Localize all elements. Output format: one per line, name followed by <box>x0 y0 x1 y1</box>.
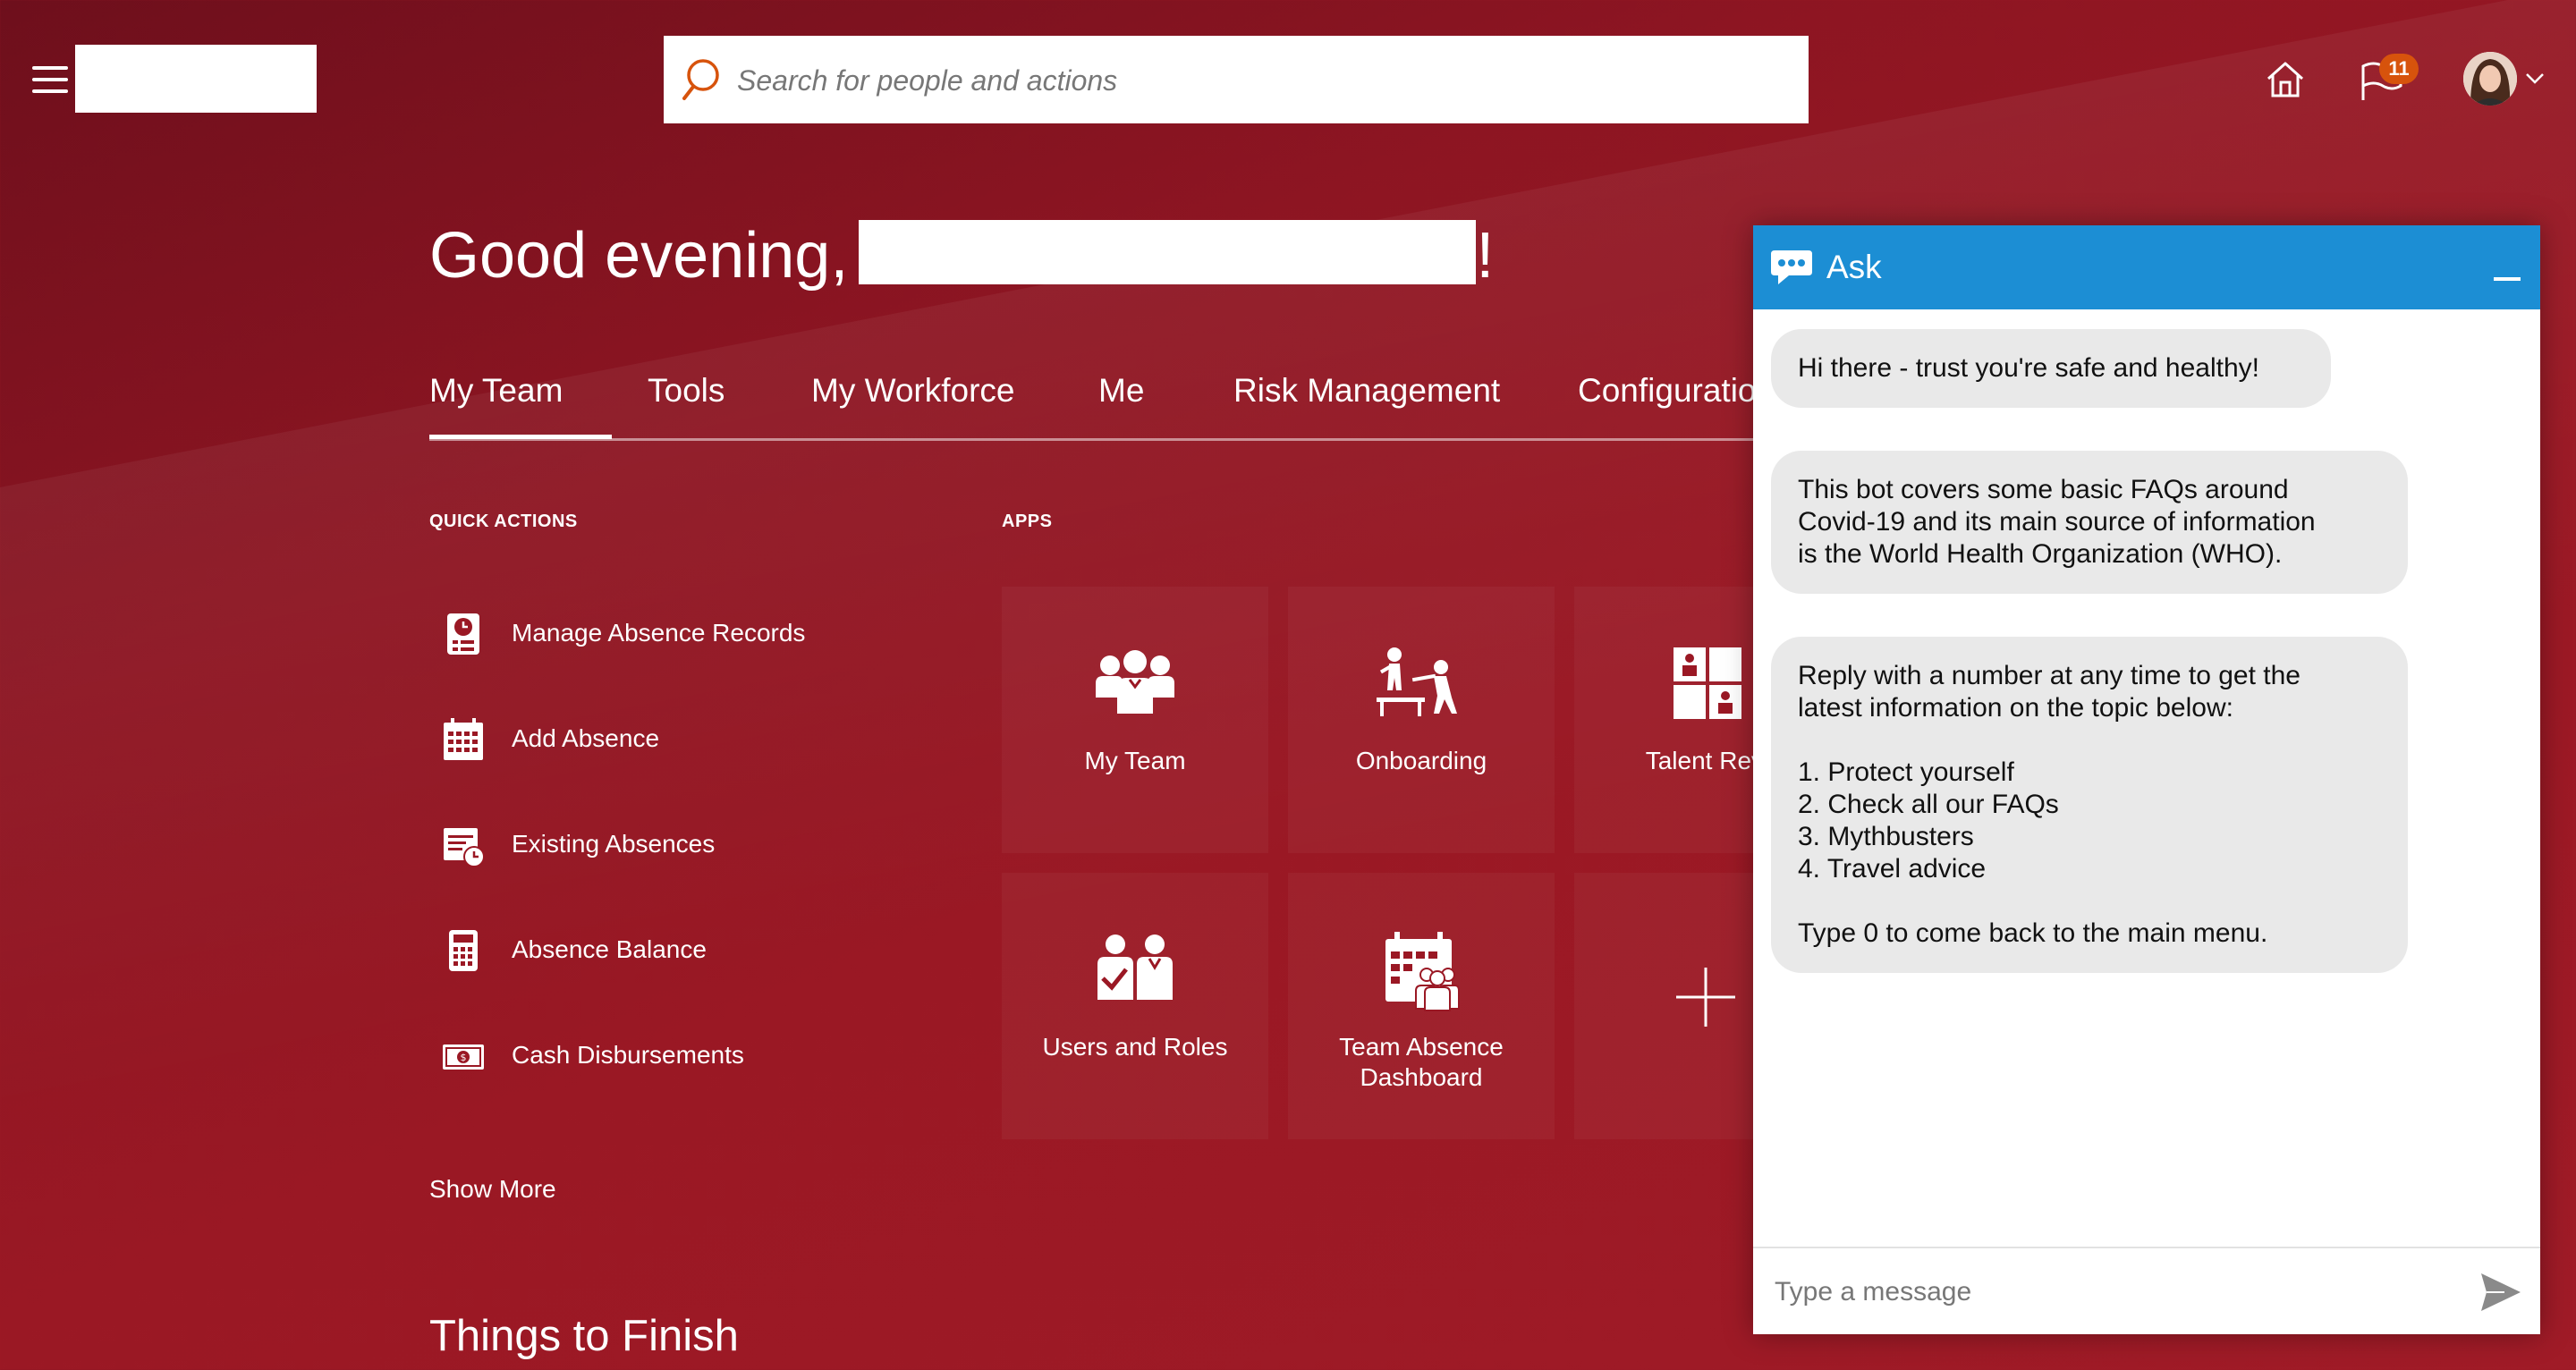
show-more-link[interactable]: Show More <box>429 1175 556 1204</box>
app-tile-label: My Team <box>1084 747 1186 774</box>
app-tile-label: Users and Roles <box>1042 1033 1228 1061</box>
tab-risk-management[interactable]: Risk Management <box>1233 372 1500 410</box>
apps-heading: APPS <box>1002 512 1053 531</box>
chat-bubble-icon <box>1771 250 1812 284</box>
tab-my-team[interactable]: My Team <box>429 372 613 439</box>
app-tile-label-line2: Dashboard <box>1360 1063 1483 1091</box>
quick-action-manage-absence-records[interactable]: Manage Absence Records <box>429 603 930 665</box>
search-input[interactable] <box>735 36 1785 125</box>
talent-review-icon <box>1674 647 1741 719</box>
chat-message-line: Covid-19 and its main source of informat… <box>1798 507 2316 537</box>
app-tile-label: Onboarding <box>1355 747 1487 774</box>
tab-bar: My Team Tools My Workforce Me Risk Manag… <box>429 356 1757 442</box>
tab-tools[interactable]: Tools <box>648 372 724 410</box>
cash-icon: $ <box>443 1044 484 1070</box>
tab-bar-rule <box>429 438 1753 441</box>
minimize-icon[interactable] <box>2494 277 2521 281</box>
chat-message-line: 1. Protect yourself <box>1798 757 2014 787</box>
chat-message: This bot covers some basic FAQs around C… <box>1771 451 2408 594</box>
chat-message-line: Reply with a number at any time to get t… <box>1798 661 2301 690</box>
chat-message-line: Type 0 to come back to the main menu. <box>1798 918 2268 948</box>
quick-action-label: Existing Absences <box>512 830 716 858</box>
things-to-finish-heading: Things to Finish <box>429 1312 739 1360</box>
chat-message-line: 2. Check all our FAQs <box>1798 790 2059 819</box>
chat-message-input[interactable] <box>1773 1264 2456 1320</box>
notifications-button[interactable]: 11 <box>2358 54 2419 104</box>
calendar-icon <box>444 718 483 760</box>
app-tile-my-team[interactable]: My Team <box>1002 587 1268 853</box>
hamburger-menu-icon[interactable] <box>32 66 68 93</box>
absence-record-icon <box>447 613 479 655</box>
chat-message: Hi there - trust you're safe and healthy… <box>1771 329 2331 408</box>
redacted-username <box>859 220 1477 284</box>
greeting-text: Good evening, <box>429 220 849 292</box>
company-logo <box>75 45 317 113</box>
app-tile-label: Team Absence Dashboard <box>1288 1032 1555 1093</box>
quick-actions-heading: QUICK ACTIONS <box>429 512 578 531</box>
add-app-tile[interactable] <box>1574 873 1753 1139</box>
quick-action-add-absence[interactable]: Add Absence <box>429 708 930 771</box>
quick-action-label: Absence Balance <box>512 935 707 963</box>
search-icon <box>682 59 719 100</box>
chat-message-line: This bot covers some basic FAQs around <box>1798 475 2289 504</box>
send-icon[interactable] <box>2479 1272 2522 1313</box>
greeting-punctuation: ! <box>1476 220 1495 292</box>
global-search[interactable] <box>664 36 1809 125</box>
tab-my-workforce[interactable]: My Workforce <box>811 372 1015 410</box>
tab-me[interactable]: Me <box>1098 372 1144 410</box>
users-roles-icon <box>1097 934 1173 1000</box>
chat-header: Ask <box>1753 225 2540 309</box>
quick-action-existing-absences[interactable]: Existing Absences <box>429 814 930 876</box>
home-icon[interactable] <box>2265 59 2306 100</box>
quick-action-label: Cash Disbursements <box>512 1041 744 1069</box>
user-avatar[interactable] <box>2463 52 2517 106</box>
svg-text:$: $ <box>461 1052 467 1063</box>
quick-action-absence-balance[interactable]: Absence Balance <box>429 919 930 982</box>
plus-icon <box>1676 968 1735 1027</box>
calendar-clock-icon <box>444 828 485 867</box>
app-tile-onboarding[interactable]: Onboarding <box>1288 587 1555 853</box>
notification-badge: 11 <box>2379 54 2419 84</box>
chat-message-line: latest information on the topic below: <box>1798 693 2233 723</box>
chevron-down-icon[interactable] <box>2524 70 2546 86</box>
quick-action-label: Add Absence <box>512 724 660 752</box>
chat-panel: Ask Hi there - trust you're safe and hea… <box>1753 225 2540 1334</box>
quick-action-cash-disbursements[interactable]: $ Cash Disbursements <box>429 1025 930 1087</box>
tab-configuration[interactable]: Configuratio <box>1578 372 1757 410</box>
app-tile-talent-review[interactable]: Talent Revi <box>1574 587 1769 853</box>
team-absence-icon <box>1385 932 1460 1011</box>
chat-message-line: 3. Mythbusters <box>1798 822 1974 851</box>
chat-input-bar <box>1753 1247 2540 1336</box>
chat-message-line: is the World Health Organization (WHO). <box>1798 539 2283 569</box>
quick-action-label: Manage Absence Records <box>512 619 806 647</box>
app-tile-label-line1: Team Absence <box>1339 1033 1504 1061</box>
chat-title: Ask <box>1826 249 1882 285</box>
calculator-icon <box>449 930 478 971</box>
chat-message: Reply with a number at any time to get t… <box>1771 637 2408 973</box>
team-icon <box>1096 650 1174 714</box>
app-tile-team-absence-dashboard[interactable]: Team Absence Dashboard <box>1288 873 1555 1139</box>
chat-message-text: Hi there - trust you're safe and healthy… <box>1798 353 2259 383</box>
chat-message-line: 4. Travel advice <box>1798 854 1987 884</box>
onboarding-icon <box>1377 647 1457 716</box>
app-tile-users-and-roles[interactable]: Users and Roles <box>1002 873 1268 1139</box>
greeting: Good evening,! <box>429 213 1494 299</box>
